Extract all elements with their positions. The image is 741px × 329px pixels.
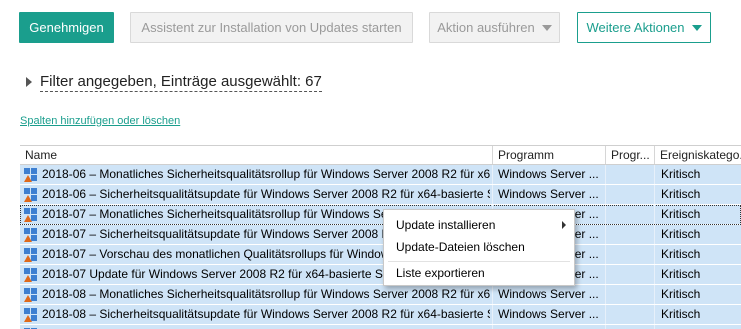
- submenu-arrow-icon: [562, 221, 566, 229]
- table-row[interactable]: 2018-06 – Sicherheitsqualitätsupdate für…: [20, 185, 741, 205]
- prog2-cell[interactable]: [605, 325, 653, 329]
- menu-item-delete-update-files[interactable]: Update-Dateien löschen: [396, 240, 525, 254]
- update-icon: [24, 247, 38, 262]
- update-name: 2018-06 – Monatliches Sicherheitsqualitä…: [42, 167, 490, 181]
- update-icon: [24, 307, 38, 322]
- category-cell[interactable]: Kritisch: [654, 205, 741, 224]
- update-name: 2018-08 – Monatliches Sicherheitsqualitä…: [42, 287, 490, 301]
- program-cell[interactable]: Windows Server ...: [492, 305, 604, 324]
- category-cell[interactable]: Kritisch: [654, 185, 741, 204]
- approve-button-label: Genehmigen: [29, 20, 104, 35]
- column-header-prog2[interactable]: Progr...: [605, 146, 654, 164]
- prog2-cell[interactable]: [605, 285, 653, 304]
- updates-table: Name Programm Progr... Ereigniskatego...…: [20, 145, 741, 329]
- category-cell[interactable]: Kritisch: [654, 225, 741, 244]
- update-name: 2018-09 – Monatliches Sicherheitsqualitä…: [42, 325, 490, 329]
- update-icon: [24, 187, 38, 202]
- column-header-category[interactable]: Ereigniskatego...: [654, 146, 741, 164]
- table-row[interactable]: 2018-09 – Monatliches Sicherheitsqualitä…: [20, 325, 741, 329]
- table-row[interactable]: 2018-07 – Monatliches Sicherheitsqualitä…: [20, 205, 741, 225]
- prog2-cell[interactable]: [605, 305, 653, 324]
- menu-item-export-list[interactable]: Liste exportieren: [396, 266, 485, 280]
- program-cell[interactable]: Windows Server ...: [492, 165, 604, 184]
- category-cell[interactable]: Kritisch: [654, 165, 741, 184]
- update-icon: [24, 207, 38, 222]
- table-row[interactable]: 2018-08 – Sicherheitsqualitätsupdate für…: [20, 305, 741, 325]
- menu-item-install-update[interactable]: Update installieren: [396, 218, 495, 232]
- prog2-cell[interactable]: [605, 265, 653, 284]
- category-cell[interactable]: Kritisch: [654, 305, 741, 324]
- table-row[interactable]: 2018-07 – Vorschau des monatlichen Quali…: [20, 245, 741, 265]
- prog2-cell[interactable]: [605, 185, 653, 204]
- update-name: 2018-06 – Sicherheitsqualitätsupdate für…: [42, 187, 490, 201]
- expand-arrow-icon[interactable]: [26, 77, 32, 87]
- table-header: Name Programm Progr... Ereigniskatego...: [20, 145, 741, 165]
- update-icon: [24, 227, 38, 242]
- name-cell[interactable]: 2018-09 – Monatliches Sicherheitsqualitä…: [24, 325, 490, 329]
- table-row[interactable]: 2018-06 – Monatliches Sicherheitsqualitä…: [20, 165, 741, 185]
- chevron-down-icon: [541, 24, 552, 31]
- menu-separator: [388, 261, 570, 262]
- chevron-down-icon: [691, 24, 702, 31]
- add-remove-columns-link[interactable]: Spalten hinzufügen oder löschen: [20, 115, 180, 127]
- column-header-program[interactable]: Programm: [492, 146, 605, 164]
- approve-button[interactable]: Genehmigen: [19, 12, 114, 43]
- update-icon: [24, 267, 38, 282]
- category-cell[interactable]: Kritisch: [654, 245, 741, 264]
- prog2-cell[interactable]: [605, 165, 653, 184]
- name-cell[interactable]: 2018-08 – Sicherheitsqualitätsupdate für…: [24, 305, 490, 324]
- install-wizard-button[interactable]: Assistent zur Installation von Updates s…: [130, 12, 413, 43]
- column-header-name[interactable]: Name: [20, 146, 492, 164]
- context-menu: Update installieren Update-Dateien lösch…: [383, 209, 575, 286]
- name-cell[interactable]: 2018-08 – Monatliches Sicherheitsqualitä…: [24, 285, 490, 304]
- program-cell[interactable]: Windows Server ...: [492, 325, 604, 329]
- update-icon: [24, 167, 38, 182]
- prog2-cell[interactable]: [605, 245, 653, 264]
- more-actions-button[interactable]: Weitere Aktionen: [577, 12, 711, 43]
- perform-action-label: Aktion ausführen: [437, 20, 535, 35]
- more-actions-label: Weitere Aktionen: [586, 20, 685, 35]
- update-name: 2018-08 – Sicherheitsqualitätsupdate für…: [42, 307, 490, 321]
- prog2-cell[interactable]: [605, 225, 653, 244]
- table-row[interactable]: 2018-08 – Monatliches Sicherheitsqualitä…: [20, 285, 741, 305]
- update-icon: [24, 287, 38, 302]
- name-cell[interactable]: 2018-06 – Sicherheitsqualitätsupdate für…: [24, 185, 490, 204]
- table-row[interactable]: 2018-07 Update für Windows Server 2008 R…: [20, 265, 741, 285]
- prog2-cell[interactable]: [605, 205, 653, 224]
- category-cell[interactable]: Kritisch: [654, 285, 741, 304]
- filter-summary[interactable]: Filter angegeben, Einträge ausgewählt: 6…: [26, 72, 322, 92]
- name-cell[interactable]: 2018-06 – Monatliches Sicherheitsqualitä…: [24, 165, 490, 184]
- category-cell[interactable]: Kritisch: [654, 265, 741, 284]
- table-body: 2018-06 – Monatliches Sicherheitsqualitä…: [20, 165, 741, 329]
- install-wizard-label: Assistent zur Installation von Updates s…: [141, 20, 402, 35]
- filter-summary-text[interactable]: Filter angegeben, Einträge ausgewählt: 6…: [40, 72, 322, 92]
- perform-action-button[interactable]: Aktion ausführen: [429, 12, 560, 43]
- program-cell[interactable]: Windows Server ...: [492, 185, 604, 204]
- program-cell[interactable]: Windows Server ...: [492, 285, 604, 304]
- category-cell[interactable]: Kritisch: [654, 325, 741, 329]
- table-row[interactable]: 2018-07 – Sicherheitsqualitätsupdate für…: [20, 225, 741, 245]
